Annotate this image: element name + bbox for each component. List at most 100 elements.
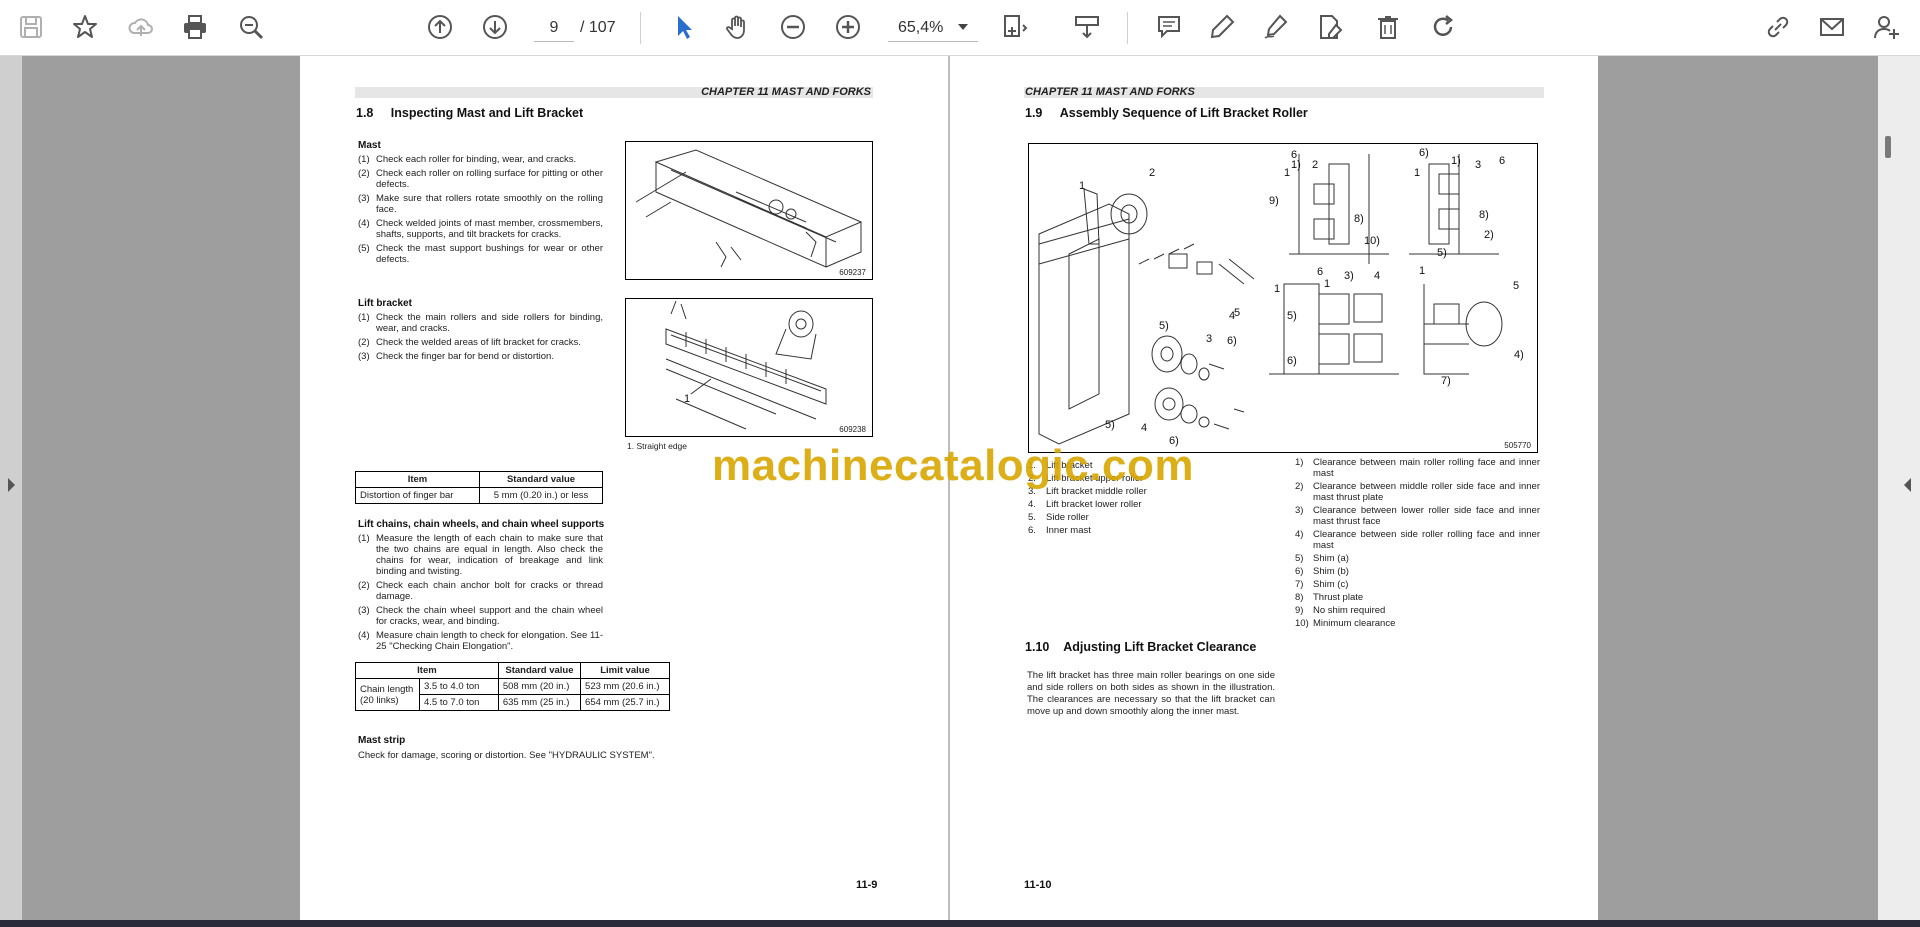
list-item-text: Shim (c) bbox=[1313, 579, 1349, 590]
bookmark-star-icon[interactable] bbox=[68, 10, 102, 44]
previous-page-icon[interactable] bbox=[423, 10, 457, 44]
share-link-icon[interactable] bbox=[1761, 10, 1795, 44]
next-page-icon[interactable] bbox=[478, 10, 512, 44]
list-item-text: Clearance between lower roller side face… bbox=[1313, 505, 1540, 527]
page-number-input[interactable]: 9 bbox=[534, 14, 574, 42]
table-cell: 654 mm (25.7 in.) bbox=[580, 694, 670, 711]
callout-9: 9) bbox=[1269, 195, 1279, 207]
list-item-number: 7) bbox=[1295, 579, 1304, 590]
expand-left-panel-icon[interactable] bbox=[8, 478, 15, 492]
list-item: 9) No shim required bbox=[1295, 605, 1540, 616]
list-item-number: 3) bbox=[1295, 505, 1304, 516]
zoom-dropdown-chevron-icon[interactable] bbox=[958, 24, 968, 30]
clearance-legend-list: 1) Clearance between main roller rolling … bbox=[1295, 457, 1540, 631]
edit-document-icon[interactable] bbox=[1313, 10, 1347, 44]
delete-trash-icon[interactable] bbox=[1371, 10, 1405, 44]
mast-strip-text: Check for damage, scoring or distortion.… bbox=[358, 750, 655, 761]
page-total-label: / 107 bbox=[580, 19, 616, 36]
list-item-text: Check the finger bar for bend or distort… bbox=[376, 351, 554, 362]
scroll-track[interactable] bbox=[1878, 56, 1920, 920]
lift-chains-checklist: (1) Measure the length of each chain to m… bbox=[358, 533, 603, 655]
hand-tool-icon[interactable] bbox=[721, 10, 755, 44]
redo-rotate-icon[interactable] bbox=[1426, 10, 1460, 44]
list-item-number: (3) bbox=[358, 193, 370, 204]
list-item-text: Check the main rollers and side rollers … bbox=[376, 312, 603, 334]
lift-bracket-heading: Lift bracket bbox=[358, 298, 412, 309]
list-item-text: Clearance between middle roller side fac… bbox=[1313, 481, 1540, 503]
list-item-text: Check the welded areas of lift bracket f… bbox=[376, 337, 581, 348]
list-item-text: Check each roller on rolling surface for… bbox=[376, 168, 603, 190]
toolbar: 9 / 107 65,4% bbox=[0, 0, 1920, 56]
page-number: 11-10 bbox=[1024, 879, 1052, 891]
list-item-number: 4) bbox=[1295, 529, 1304, 540]
callout-5-lower: 5) bbox=[1105, 419, 1115, 431]
chapter-header: CHAPTER 11 MAST AND FORKS bbox=[1024, 87, 1544, 98]
list-item-number: (1) bbox=[358, 312, 370, 323]
callout-3: 3 bbox=[1206, 333, 1212, 345]
sign-icon[interactable] bbox=[1259, 10, 1293, 44]
list-item-text: Side roller bbox=[1046, 512, 1089, 523]
list-item: 10) Minimum clearance bbox=[1295, 618, 1540, 629]
list-item: (4) Check welded joints of mast member, c… bbox=[358, 218, 603, 240]
fig2-callout-label: 1 bbox=[684, 393, 690, 405]
list-item-text: Minimum clearance bbox=[1313, 618, 1396, 629]
upload-cloud-icon[interactable] bbox=[124, 10, 158, 44]
list-item-number: 6. bbox=[1028, 525, 1036, 536]
callout-1-right2: 1 bbox=[1414, 167, 1420, 179]
table-header: Limit value bbox=[580, 662, 670, 679]
list-item-text: Check each roller for binding, wear, and… bbox=[376, 154, 577, 165]
scroll-mode-icon[interactable] bbox=[1070, 10, 1104, 44]
list-item-number: 6) bbox=[1295, 566, 1304, 577]
list-item: (5) Check the mast support bushings for w… bbox=[358, 243, 603, 265]
list-item-text: Check the mast support bushings for wear… bbox=[376, 243, 603, 265]
section-title: Adjusting Lift Bracket Clearance bbox=[1063, 640, 1257, 654]
list-item: (1) Check the main rollers and side rolle… bbox=[358, 312, 603, 334]
callout-5-upper: 5 bbox=[1234, 307, 1240, 319]
callout-8-right: 8) bbox=[1479, 209, 1489, 221]
callout-1-mid: 1 bbox=[1274, 283, 1280, 295]
callout-5-mid: 5) bbox=[1287, 310, 1297, 322]
mast-figure: 609237 bbox=[625, 141, 873, 280]
callout-1-top: 1) bbox=[1291, 159, 1301, 171]
highlight-pen-icon[interactable] bbox=[1205, 10, 1239, 44]
email-envelope-icon[interactable] bbox=[1815, 10, 1849, 44]
print-icon[interactable] bbox=[178, 10, 212, 44]
mast-heading: Mast bbox=[358, 140, 381, 151]
list-item: 2) Clearance between middle roller side f… bbox=[1295, 481, 1540, 503]
zoom-search-icon[interactable] bbox=[234, 10, 268, 44]
page-fit-icon[interactable] bbox=[998, 10, 1032, 44]
list-item-text: Make sure that rollers rotate smoothly o… bbox=[376, 193, 603, 215]
callout-4-far: 4) bbox=[1514, 349, 1524, 361]
figure-id: 505770 bbox=[1504, 441, 1531, 450]
expand-right-panel-icon[interactable] bbox=[1904, 478, 1911, 492]
section-title: Inspecting Mast and Lift Bracket bbox=[390, 106, 584, 120]
list-item: 8) Thrust plate bbox=[1295, 592, 1540, 603]
taskbar-strip bbox=[0, 920, 1920, 927]
lift-chains-heading: Lift chains, chain wheels, and chain whe… bbox=[358, 519, 605, 530]
select-cursor-icon[interactable] bbox=[667, 10, 701, 44]
table-cell: 508 mm (20 in.) bbox=[497, 678, 582, 695]
mast-checklist: (1) Check each roller for binding, wear, … bbox=[358, 154, 603, 268]
scrollbar-thumb[interactable] bbox=[1885, 136, 1891, 158]
toolbar-divider bbox=[1127, 12, 1128, 44]
list-item-number: (1) bbox=[358, 533, 370, 544]
add-user-icon[interactable] bbox=[1870, 10, 1904, 44]
table-cell: 3.5 to 4.0 ton bbox=[419, 678, 499, 695]
callout-1-mid2: 1 bbox=[1324, 278, 1330, 290]
section-heading: 1.10 Adjusting Lift Bracket Clearance bbox=[1025, 640, 1256, 654]
list-item-text: Check each chain anchor bolt for cracks … bbox=[376, 580, 603, 602]
list-item-number: 10) bbox=[1295, 618, 1309, 629]
list-item: 3) Clearance between lower roller side fa… bbox=[1295, 505, 1540, 527]
comment-icon[interactable] bbox=[1152, 10, 1186, 44]
list-item-text: Measure the length of each chain to make… bbox=[376, 533, 603, 577]
page-number: 11-9 bbox=[856, 879, 878, 891]
list-item-number: (4) bbox=[358, 630, 370, 641]
section-number: 1.9 bbox=[1025, 106, 1043, 120]
save-icon[interactable] bbox=[14, 10, 48, 44]
zoom-in-icon[interactable] bbox=[831, 10, 865, 44]
zoom-out-icon[interactable] bbox=[776, 10, 810, 44]
document-viewer[interactable]: CHAPTER 11 MAST AND FORKS 1.8 Inspecting… bbox=[0, 56, 1920, 920]
callout-2-top: 2 bbox=[1312, 159, 1318, 171]
list-item: 5. Side roller bbox=[1028, 512, 1228, 523]
list-item: (3) Make sure that rollers rotate smoothl… bbox=[358, 193, 603, 215]
